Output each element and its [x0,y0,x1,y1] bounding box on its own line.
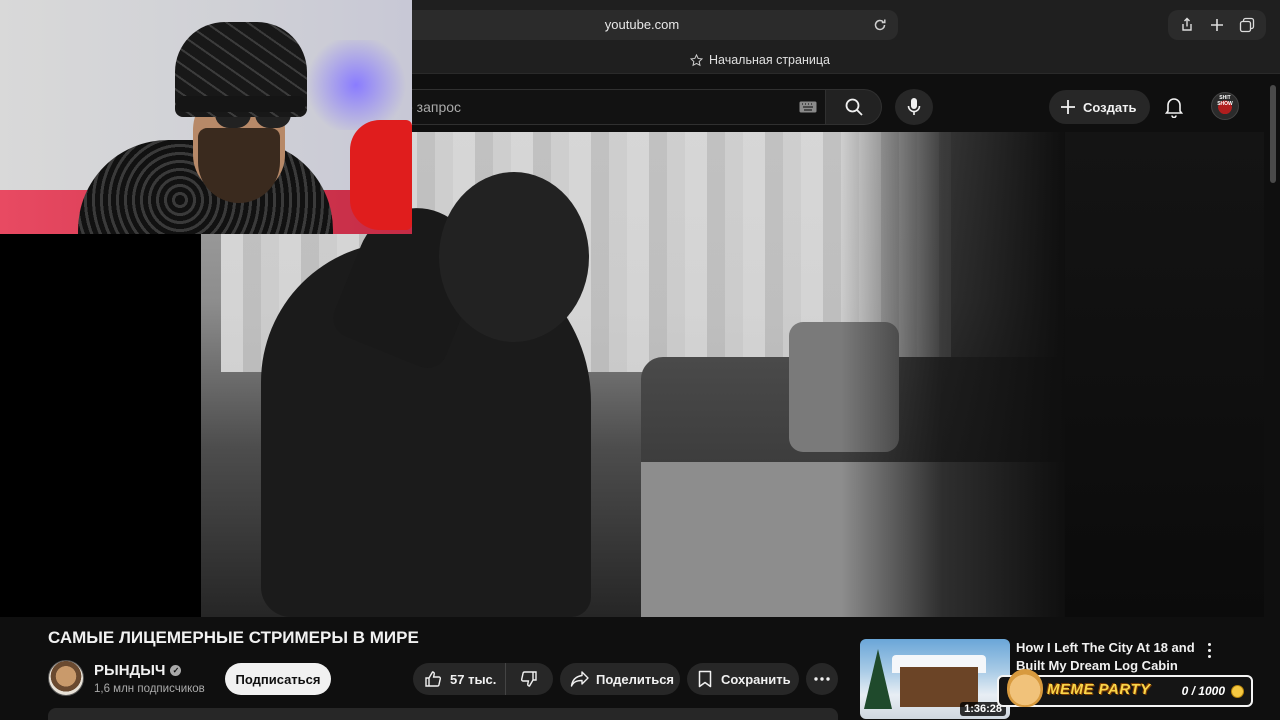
tabs-overview-icon[interactable] [1234,12,1260,38]
keyboard-icon[interactable] [799,101,817,113]
thumbnail-cabin [900,667,978,707]
save-label: Сохранить [721,671,791,687]
reload-icon[interactable] [872,17,888,33]
like-button[interactable]: 57 тыс. [413,663,506,695]
new-tab-icon[interactable] [1204,12,1230,38]
address-bar[interactable]: youtube.com [386,10,898,40]
meme-party-score: 0 / 1000 [1181,684,1225,698]
thumbnail-tree [864,649,892,709]
share-label: Поделиться [596,671,675,687]
thumbs-up-icon [425,671,442,687]
bookmark-label: Начальная страница [709,53,830,67]
thumbs-down-icon [520,671,537,687]
more-actions-button[interactable] [806,663,838,695]
create-label: Создать [1083,99,1137,115]
create-button[interactable]: Создать [1049,90,1151,124]
voice-search-button[interactable] [895,89,933,125]
menu-dot [1207,648,1211,652]
bookmark-icon [698,670,712,688]
bookmark-home[interactable]: Начальная страница [690,53,830,67]
subscriber-count: 1,6 млн подписчиков [94,683,205,695]
channel-name-text[interactable]: РЫНДЫЧ [94,662,165,679]
share-icon[interactable] [1174,12,1200,38]
star-icon [690,53,703,66]
avatar-text: SHIT SHOW [1217,95,1233,107]
menu-dot [1207,654,1211,658]
microphone-icon [907,98,921,115]
dislike-button[interactable] [506,663,552,695]
save-button[interactable]: Сохранить [687,663,799,695]
page-scrollbar[interactable] [1266,75,1280,720]
video-scene-shadow [841,132,1065,617]
streamer-webcam [0,0,412,234]
webcam-toy [350,120,412,230]
subscribe-button[interactable]: Подписаться [225,663,331,695]
search-input[interactable]: е запрос [390,89,826,125]
url-text[interactable]: youtube.com [386,10,898,40]
player-side-panel [1065,132,1264,617]
share-button[interactable]: Поделиться [560,663,680,695]
video-scene-figure-head [439,172,589,342]
bell-icon [1164,98,1184,118]
meme-party-title: MEME PARTY [1047,681,1151,698]
video-title: САМЫЕ ЛИЦЕМЕРНЫЕ СТРИМЕРЫ В МИРЕ [48,628,419,647]
channel-name[interactable]: РЫНДЫЧ ✓ [94,662,182,679]
browser-actions [1168,10,1266,40]
like-count: 57 тыс. [450,671,497,687]
scroll-thumb[interactable] [1270,85,1276,183]
share-arrow-icon [570,671,589,687]
coin-icon [1231,685,1244,698]
search-icon [845,98,863,116]
verified-check-icon: ✓ [170,665,182,676]
streamer-hat-brim [176,96,306,112]
channel-avatar[interactable] [48,660,84,696]
notifications-button[interactable] [1160,93,1188,121]
plus-icon [1061,100,1075,114]
recommended-video-thumbnail[interactable]: 1:36:28 [860,639,1010,719]
search-button[interactable] [826,89,882,125]
webcam-light [300,40,412,130]
menu-dot [1207,642,1211,646]
doge-icon [1007,669,1043,707]
description-box[interactable] [48,708,838,720]
recommended-video-title[interactable]: How I Left The City At 18 and Built My D… [1016,639,1196,675]
search-placeholder: е запрос [405,99,462,115]
account-avatar[interactable]: SHIT SHOW [1211,92,1239,120]
recommended-video-menu-icon[interactable] [1201,640,1217,660]
like-dislike-group: 57 тыс. [413,663,553,695]
meme-party-widget: MEME PARTY 0 / 1000 [997,669,1253,707]
screen: youtube.com Начальная страница е запрос … [0,0,1280,720]
more-horizontal-icon [814,677,830,681]
